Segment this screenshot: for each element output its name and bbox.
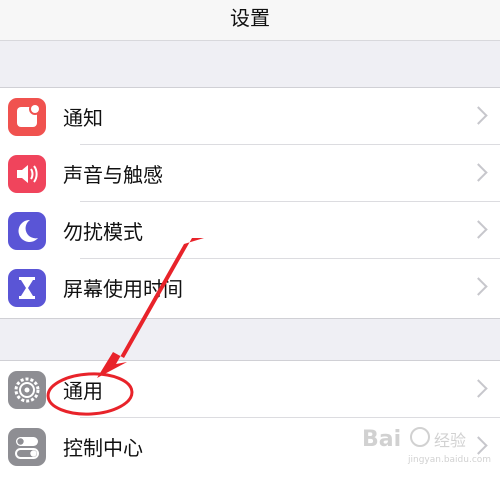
settings-row-label: 勿扰模式 — [63, 220, 143, 244]
nav-bar: 设置 — [0, 0, 500, 41]
page-title: 设置 — [230, 6, 270, 30]
settings-row-do-not-disturb[interactable]: 勿扰模式 — [0, 202, 500, 259]
settings-row-label: 通用 — [63, 379, 103, 403]
settings-row-general[interactable]: 通用 — [0, 361, 500, 418]
settings-row-label: 通知 — [63, 106, 103, 130]
settings-row-screen-time[interactable]: 屏幕使用时间 — [0, 259, 500, 316]
watermark-logo: Bai 经验 jingyan.baidu.com — [362, 427, 491, 465]
svg-text:jingyan.baidu.com: jingyan.baidu.com — [407, 455, 491, 465]
moon-icon — [8, 212, 46, 250]
settings-row-label: 声音与触感 — [63, 163, 163, 187]
svg-text:经验: 经验 — [434, 431, 466, 450]
settings-group-1: 通知 声音与触感 勿扰模式 屏幕使用时间 — [0, 87, 500, 319]
gear-icon — [8, 371, 46, 409]
chevron-right-icon — [469, 277, 488, 296]
hourglass-icon — [8, 269, 46, 307]
chevron-right-icon — [469, 106, 488, 125]
settings-row-label: 控制中心 — [63, 436, 143, 460]
switches-icon — [8, 428, 46, 466]
svg-text:Bai: Bai — [362, 427, 401, 452]
chevron-right-icon — [469, 220, 488, 239]
settings-row-label: 屏幕使用时间 — [63, 277, 183, 301]
settings-row-notifications[interactable]: 通知 — [0, 88, 500, 145]
chevron-right-icon — [469, 163, 488, 182]
chevron-right-icon — [469, 379, 488, 398]
notifications-icon — [8, 98, 46, 136]
speaker-icon — [8, 155, 46, 193]
settings-row-sounds[interactable]: 声音与触感 — [0, 145, 500, 202]
